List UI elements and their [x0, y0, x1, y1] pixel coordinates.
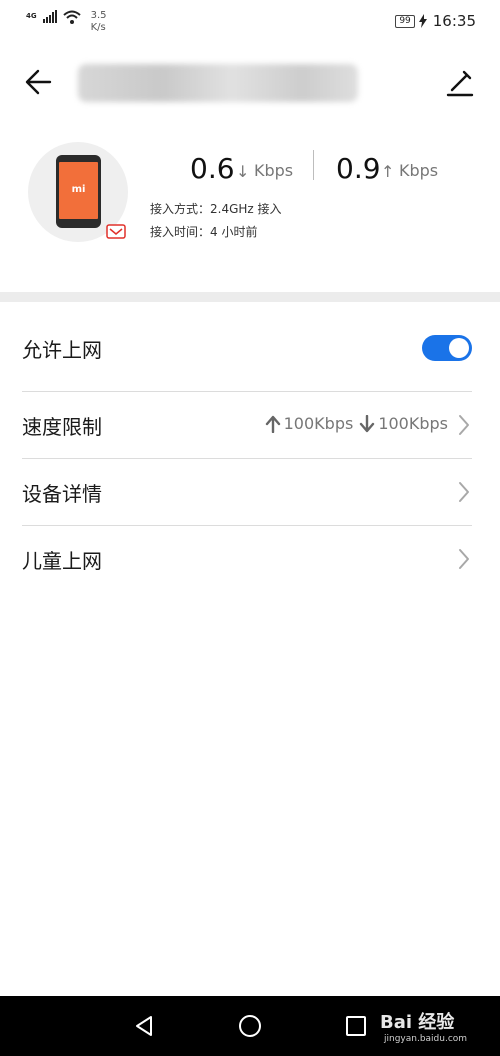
net-speed-value: 3.5: [90, 10, 107, 21]
baidu-watermark: Bai 经验 jingyan.baidu.com: [380, 1002, 492, 1050]
device-details-label: 设备详情: [22, 481, 102, 506]
circle-home-icon: [239, 1015, 261, 1037]
signal-icon: [42, 10, 57, 23]
status-bar: 4G 3.5 K/s 99 16:35: [0, 0, 500, 44]
title-bar: [0, 52, 500, 112]
chevron-right-icon: [459, 482, 469, 502]
access-method-value: 2.4GHz 接入: [210, 202, 282, 216]
arrow-left-icon: [25, 69, 52, 95]
allow-internet-row[interactable]: 允许上网: [22, 315, 472, 381]
chevron-right-icon: [459, 549, 469, 569]
arrow-up-icon: [265, 415, 280, 433]
nav-home-button[interactable]: [238, 1014, 262, 1038]
phone-screen: mi: [59, 162, 98, 219]
battery-level: 99: [395, 14, 415, 28]
watermark-site: jingyan.baidu.com: [384, 1034, 468, 1044]
speed-limit-values: 100Kbps 100Kbps: [265, 414, 448, 433]
download-rate-value: 0.6: [190, 152, 235, 185]
device-name-blurred: [78, 64, 358, 102]
clock: 16:35: [432, 12, 476, 30]
toggle-knob: [449, 338, 469, 358]
upload-rate-value: 0.9: [336, 152, 381, 185]
square-recents-icon: [346, 1016, 366, 1036]
access-time-label: 接入时间：: [150, 225, 211, 239]
access-method: 接入方式：2.4GHz 接入: [150, 200, 282, 217]
device-avatar: mi: [28, 142, 128, 242]
speed-limit-label: 速度限制: [22, 414, 102, 439]
speed-limit-up: 100Kbps: [283, 414, 354, 433]
network-type: 4G: [26, 12, 37, 20]
net-speed-unit: K/s: [90, 22, 106, 33]
download-rate-unit: Kbps: [254, 161, 294, 180]
upload-rate-unit: Kbps: [399, 161, 439, 180]
triangle-back-icon: [136, 1016, 152, 1036]
pencil-icon: [446, 70, 474, 97]
speed-limit-row[interactable]: 速度限制 100Kbps 100Kbps: [22, 392, 472, 458]
nav-recents-button[interactable]: [344, 1014, 368, 1038]
child-mode-label: 儿童上网: [22, 548, 102, 573]
child-mode-row[interactable]: 儿童上网: [22, 526, 472, 592]
wifi-badge-icon: [106, 224, 126, 239]
charging-icon: [418, 14, 427, 28]
status-right: 99 16:35: [395, 12, 476, 30]
nav-back-button[interactable]: [132, 1014, 156, 1038]
rate-divider: [313, 150, 314, 180]
download-arrow-icon: ↓: [236, 162, 250, 181]
wifi-icon: [62, 10, 81, 24]
upload-arrow-icon: ↑: [381, 162, 395, 181]
back-button[interactable]: [22, 64, 58, 100]
phone-logo: mi: [71, 184, 86, 195]
status-left: 4G 3.5 K/s: [26, 10, 107, 34]
phone-icon: mi: [56, 155, 101, 228]
chevron-right-icon: [459, 415, 469, 435]
arrow-down-icon: [360, 414, 375, 432]
access-method-label: 接入方式：: [150, 202, 211, 216]
section-separator: [0, 292, 500, 302]
access-time-value: 4 小时前: [210, 225, 258, 239]
edit-button[interactable]: [442, 64, 478, 100]
allow-internet-label: 允许上网: [22, 337, 102, 362]
watermark-brand: Bai 经验: [380, 1012, 455, 1033]
device-header: mi 0.6 ↓ Kbps 0.9 ↑ Kbps 接入方式：2.4GHz 接入 …: [0, 140, 500, 290]
system-nav-bar: Bai 经验 jingyan.baidu.com: [0, 996, 500, 1056]
speed-limit-down: 100Kbps: [378, 414, 448, 433]
access-time: 接入时间：4 小时前: [150, 223, 257, 240]
net-speed: 3.5 K/s: [91, 10, 107, 34]
allow-internet-toggle[interactable]: [422, 335, 472, 361]
device-details-row[interactable]: 设备详情: [22, 459, 472, 525]
